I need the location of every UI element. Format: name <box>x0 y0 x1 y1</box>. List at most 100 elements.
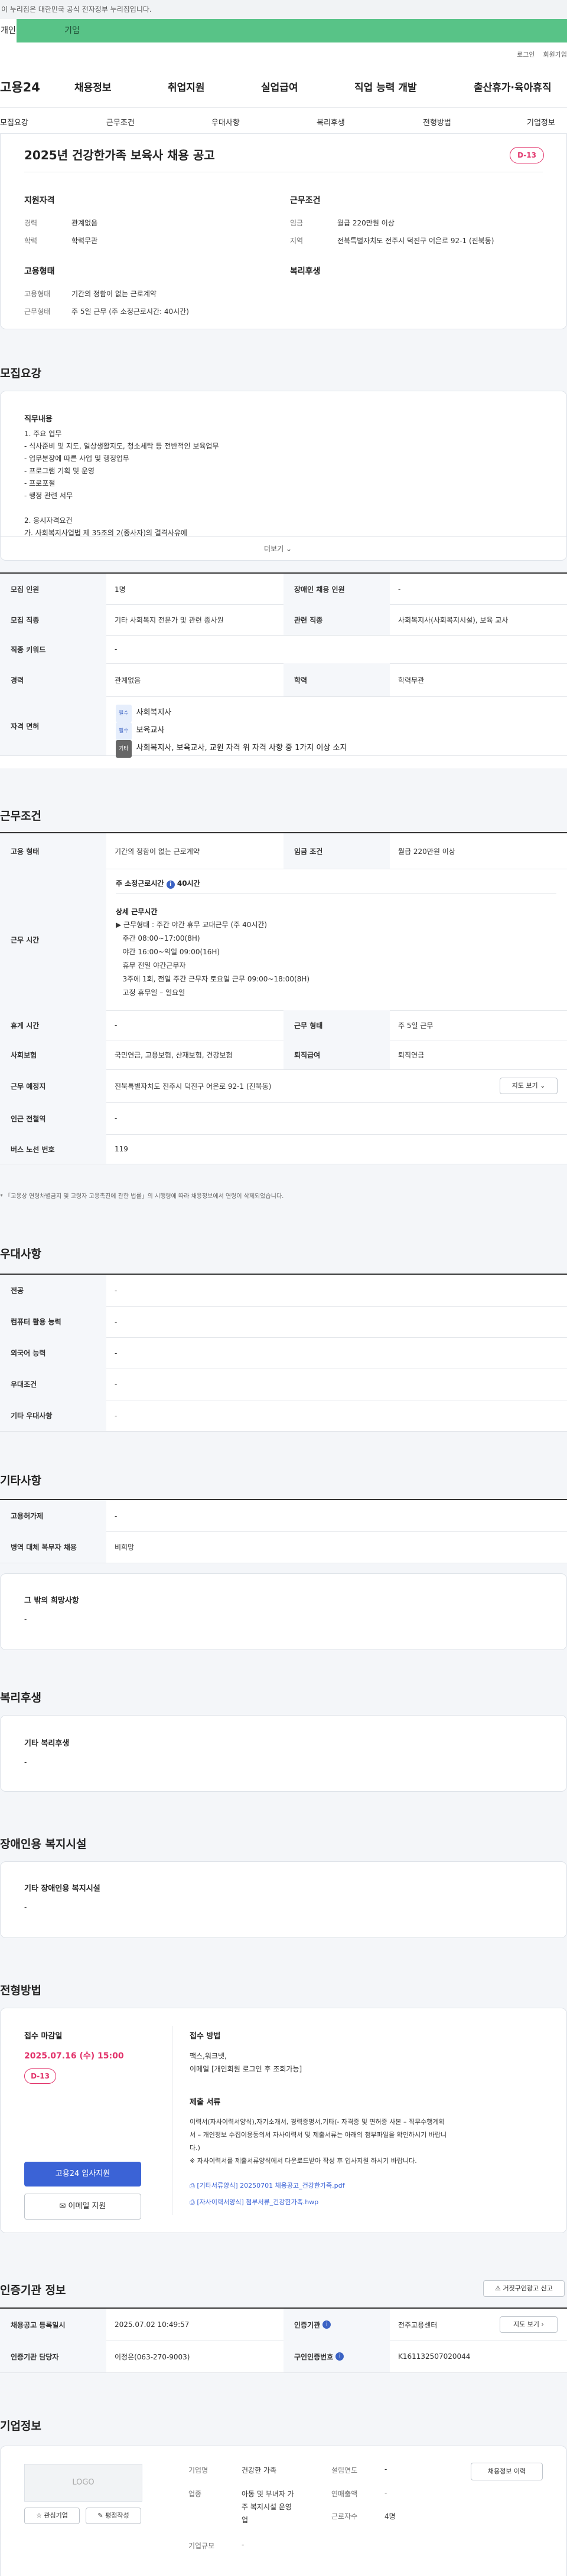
hiring-history-button[interactable]: 채용정보 이력 <box>471 2463 543 2480</box>
welfare-etc-title: 기타 복리후생 <box>24 1739 70 1748</box>
attachment-link[interactable]: ⎙ [기타서류양식] 20250701 채용공고_건강한가족.pdf <box>190 2181 345 2190</box>
employees-value: 4명 <box>384 2512 396 2521</box>
attachment-link[interactable]: ⎙ [자사이력서양식] 첨부서류_건강한가족.hwp <box>190 2197 318 2207</box>
docs-text: 이력서(자사이력서양식),자기소개서, 경력증명서,기타(- 자격증 및 면허증… <box>190 2118 447 2165</box>
gnb-unemployment-benefit[interactable]: 실업급여 <box>261 79 298 94</box>
anchor-welfare[interactable]: 복리후생 <box>317 116 345 127</box>
site-logo[interactable]: 고용24 <box>0 78 40 96</box>
language-label: 외국어 능력 <box>0 1337 106 1369</box>
region-label: 지역 <box>290 237 304 245</box>
job-type-value: 기타 사회복지 전문가 및 관련 종사원 <box>115 616 224 624</box>
license-list: 필수 사회복지사 필수 보육교사 기타 사회복지사, 보육교사, 교원 자격 위 자격… <box>116 705 347 758</box>
agency-map-button[interactable]: 지도 보기 › <box>500 2316 558 2333</box>
reg-date-value: 2025.07.02 10:49:57 <box>115 2320 190 2329</box>
signup-link[interactable]: 회원가입 <box>543 51 567 58</box>
map-button[interactable]: 지도 보기 ⌄ <box>500 1078 558 1094</box>
util-links: 로그인 회원가입 <box>509 50 567 59</box>
gnb-jobs[interactable]: 채용정보 <box>74 79 112 94</box>
work-form-label: 근무 형태 <box>284 1010 390 1040</box>
info-icon[interactable]: i <box>335 2352 344 2361</box>
sales-label: 연매출액 <box>331 2490 358 2498</box>
edu-label: 학력 <box>24 237 38 245</box>
write-review-button[interactable]: ✎ 평점작성 <box>86 2508 141 2524</box>
wage-value: 월급 220만원 이상 <box>398 847 455 856</box>
cert-no-value: K161132507020044 <box>398 2352 471 2361</box>
gnb-employment-support[interactable]: 취업지원 <box>168 79 205 94</box>
tab-company[interactable]: 기업 <box>54 19 90 42</box>
company-name-value: 건강한 가족 <box>242 2466 277 2474</box>
emp-type-label: 고용형태 <box>24 290 51 298</box>
emp-type-value: 기간의 정함이 없는 근로계약 <box>71 290 157 298</box>
apply-button[interactable]: 고용24 입사지원 <box>24 2162 141 2187</box>
anchor-company[interactable]: 기업정보 <box>527 116 555 127</box>
duty-more-button[interactable]: 더보기 ⌄ <box>264 544 292 554</box>
favorite-company-button[interactable]: ☆ 관심기업 <box>24 2508 80 2524</box>
weekly-hours: 주 소정근로시간 i 40시간 <box>116 878 200 889</box>
anchor-screening[interactable]: 전형방법 <box>423 116 451 127</box>
edu-value: 학력무관 <box>71 237 98 245</box>
attachment-name: [자사이력서양식] 첨부서류_건강한가족.hwp <box>197 2198 319 2206</box>
anchor-work[interactable]: 근무조건 <box>106 116 135 127</box>
company-section-title: 기업정보 <box>0 2420 41 2433</box>
manager-value: 이정은(063-270-9003) <box>115 2352 190 2361</box>
military-label: 병역 대체 복무자 채용 <box>0 1531 106 1563</box>
gnb-vocational-training[interactable]: 직업 능력 개발 <box>354 79 417 94</box>
deadline-label: 접수 마감일 <box>24 2032 63 2041</box>
related-job-label: 관련 직종 <box>284 604 390 635</box>
tab-individual[interactable]: 개인 <box>0 19 17 42</box>
info-icon[interactable]: i <box>166 881 175 889</box>
recruit-section-title: 모집요강 <box>0 367 41 380</box>
map-button-label: 지도 보기 <box>511 1082 538 1089</box>
pref-cond-label: 우대조건 <box>0 1369 106 1400</box>
pref-etc-value: - <box>115 1411 118 1420</box>
eps-value: - <box>115 1511 118 1520</box>
chevron-down-icon: ⌄ <box>540 1082 546 1089</box>
reg-date-label: 채용공고 등록일시 <box>0 2309 106 2341</box>
weekly-hours-value: 40시간 <box>177 879 200 888</box>
screening-section-title: 전형방법 <box>0 1984 41 1997</box>
bus-value: 119 <box>115 1145 128 1153</box>
pref-cond-value: - <box>115 1380 118 1389</box>
station-value: - <box>115 1114 118 1122</box>
agency-table: 채용공고 등록일시 2025.07.02 10:49:57 인증기관 i 전주고… <box>0 2307 567 2373</box>
required-tag: 필수 <box>116 722 132 740</box>
rest-value: - <box>115 1021 118 1029</box>
bus-label: 버스 노선 번호 <box>0 1134 106 1164</box>
emp-type-label: 고용 형태 <box>0 833 106 869</box>
login-link[interactable]: 로그인 <box>517 51 535 58</box>
age-note: * 「고용상 연령차별금지 및 고령자 고용촉진에 관한 법률」의 시행령에 따… <box>0 1193 284 1200</box>
recruit-table: 모집 인원 1명 장애인 채용 인원 - 모집 직종 기타 사회복지 전문가 및… <box>0 572 567 768</box>
email-apply-button[interactable]: ✉ 이메일 지원 <box>24 2194 141 2220</box>
agency-section-title: 인증기관 정보 <box>0 2284 66 2297</box>
disab-card: 기타 장애인용 복지시설 - <box>0 1861 567 1938</box>
count-value: 1명 <box>115 585 126 594</box>
disabled-count-value: - <box>398 585 401 593</box>
license-item: 기타 사회복지사, 보육교사, 교원 자격 위 자격 사항 중 1가지 이상 소지 <box>116 740 347 758</box>
anchor-pref[interactable]: 우대사항 <box>211 116 240 127</box>
hours-detail-title: 상세 근무시간 <box>116 908 158 916</box>
cond-title: 근무조건 <box>290 196 321 205</box>
cert-no-label: 구인인증번호 i <box>284 2341 390 2372</box>
keyword-value: - <box>115 645 118 653</box>
manager-label: 인증기관 담당자 <box>0 2341 106 2372</box>
computer-value: - <box>115 1317 118 1326</box>
career-value: 관계없음 <box>71 219 98 227</box>
report-icon: ⚠ <box>495 2284 501 2292</box>
employees-label: 근로자수 <box>331 2512 358 2521</box>
welfare-etc-value: - <box>24 1758 27 1766</box>
welfare-section-title: 복리후생 <box>0 1691 41 1704</box>
gnb-parental-leave[interactable]: 출산휴가·육아휴직 <box>474 79 552 94</box>
welfare-card: 기타 복리후생 - <box>0 1715 567 1792</box>
info-icon[interactable]: i <box>322 2320 331 2329</box>
emp-title: 고용형태 <box>24 267 55 276</box>
pref-table: 전공 - 컴퓨터 활용 능력 - 외국어 능력 - 우대조건 - 기타 우대사항 - <box>0 1274 567 1432</box>
work-form-value: 주 5일 근무 <box>398 1021 434 1030</box>
hours-label: 근무 시간 <box>0 869 106 1010</box>
anchor-recruit[interactable]: 모집요강 <box>0 116 28 127</box>
report-fake-ad-button[interactable]: ⚠ 거짓구인광고 신고 <box>483 2280 565 2297</box>
etc-section-title: 기타사항 <box>0 1474 41 1487</box>
weekly-hours-label: 주 소정근로시간 <box>116 879 164 888</box>
work-form-label: 근무형태 <box>24 307 51 316</box>
wage-label: 임금 <box>290 219 304 227</box>
edu-label: 학력 <box>284 663 390 696</box>
